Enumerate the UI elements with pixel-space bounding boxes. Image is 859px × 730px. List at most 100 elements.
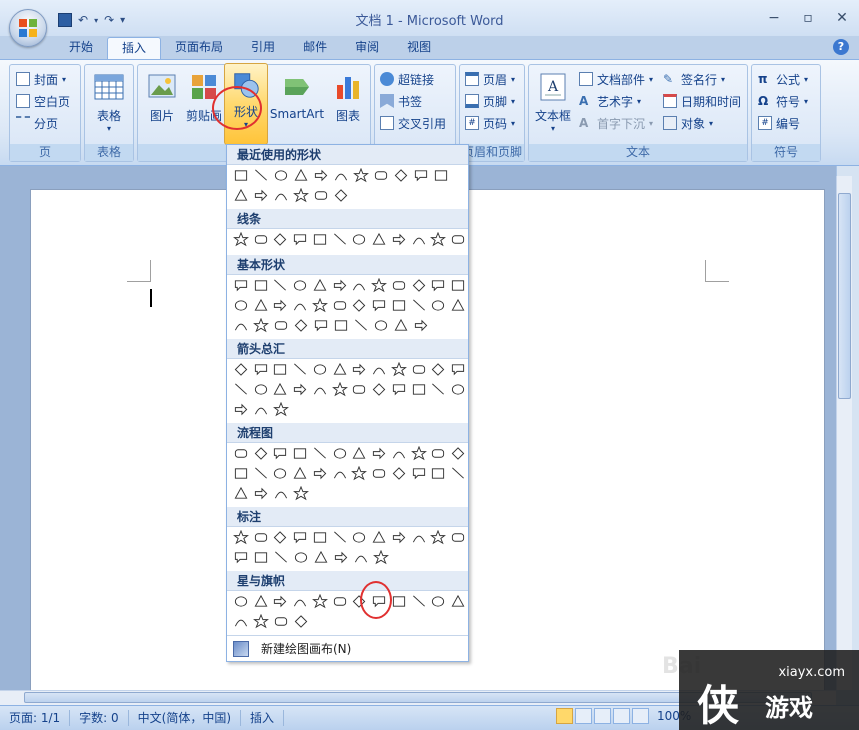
shape-option[interactable]: [231, 444, 251, 462]
shape-option[interactable]: [231, 484, 251, 502]
shape-option[interactable]: [231, 360, 251, 378]
shape-option[interactable]: [429, 296, 449, 314]
tab-page-layout[interactable]: 页面布局: [161, 37, 237, 59]
tab-review[interactable]: 审阅: [341, 37, 393, 59]
picture-button[interactable]: 图片: [142, 71, 182, 124]
shape-option[interactable]: [271, 186, 291, 204]
tab-view[interactable]: 视图: [393, 37, 445, 59]
shape-option[interactable]: [251, 548, 271, 566]
shape-option[interactable]: [448, 592, 468, 610]
shape-option[interactable]: [369, 276, 389, 294]
shape-option[interactable]: [310, 592, 330, 610]
shape-option[interactable]: [429, 276, 449, 294]
shape-option[interactable]: [330, 528, 350, 546]
shape-option[interactable]: [330, 380, 350, 398]
shape-option[interactable]: [251, 612, 271, 630]
shape-option[interactable]: [291, 186, 311, 204]
shape-option[interactable]: [448, 230, 468, 248]
shape-option[interactable]: [271, 548, 291, 566]
shape-option[interactable]: [409, 380, 429, 398]
shape-option[interactable]: [311, 166, 331, 184]
vertical-scroll-thumb[interactable]: [838, 193, 851, 399]
footer-button[interactable]: 页脚 ▾: [465, 91, 515, 111]
shape-option[interactable]: [231, 592, 251, 610]
shape-option[interactable]: [448, 444, 468, 462]
shape-option[interactable]: [431, 166, 451, 184]
shape-option[interactable]: [350, 380, 370, 398]
shape-option[interactable]: [310, 528, 330, 546]
shape-option[interactable]: [391, 166, 411, 184]
shape-option[interactable]: [271, 166, 291, 184]
shape-option[interactable]: [330, 360, 350, 378]
shape-option[interactable]: [231, 464, 251, 482]
shape-option[interactable]: [371, 166, 391, 184]
shape-option[interactable]: [290, 464, 310, 482]
shape-option[interactable]: [409, 464, 429, 482]
shape-option[interactable]: [290, 528, 310, 546]
shape-option[interactable]: [251, 528, 271, 546]
textbox-button[interactable]: A 文本框 ▾: [533, 71, 573, 133]
cross-reference-button[interactable]: 交叉引用: [380, 113, 446, 133]
shape-option[interactable]: [389, 464, 409, 482]
shape-option[interactable]: [231, 296, 251, 314]
office-button[interactable]: [9, 9, 47, 47]
shape-option[interactable]: [290, 230, 310, 248]
shape-option[interactable]: [331, 166, 351, 184]
shape-option[interactable]: [310, 464, 330, 482]
new-drawing-canvas-item[interactable]: 新建绘图画布(N): [227, 635, 468, 661]
cover-page-button[interactable]: 封面 ▾: [16, 69, 66, 89]
shape-option[interactable]: [271, 296, 291, 314]
shape-option[interactable]: [271, 592, 291, 610]
shape-option[interactable]: [251, 296, 271, 314]
shape-option[interactable]: [231, 230, 251, 248]
shape-option[interactable]: [369, 380, 389, 398]
shape-option[interactable]: [350, 276, 370, 294]
shape-option[interactable]: [429, 360, 449, 378]
shape-option[interactable]: [310, 296, 330, 314]
blank-page-button[interactable]: 空白页: [16, 91, 70, 111]
tab-mailings[interactable]: 邮件: [289, 37, 341, 59]
shape-option[interactable]: [409, 444, 429, 462]
shape-option[interactable]: [311, 186, 331, 204]
shape-option[interactable]: [231, 380, 251, 398]
shape-option[interactable]: [389, 230, 409, 248]
shape-option[interactable]: [231, 528, 251, 546]
shape-option[interactable]: [271, 380, 291, 398]
shape-option[interactable]: [330, 230, 350, 248]
shape-option[interactable]: [290, 444, 310, 462]
shape-option[interactable]: [231, 186, 251, 204]
shape-option[interactable]: [429, 528, 449, 546]
shape-option[interactable]: [251, 186, 271, 204]
page-number-button[interactable]: # 页码 ▾: [465, 113, 515, 133]
shape-option[interactable]: [310, 230, 330, 248]
shape-option[interactable]: [409, 592, 429, 610]
shape-option[interactable]: [290, 296, 310, 314]
shape-option[interactable]: [351, 316, 371, 334]
shape-option[interactable]: [330, 592, 350, 610]
shape-option[interactable]: [331, 186, 351, 204]
page-break-button[interactable]: 分页: [16, 113, 58, 133]
shape-option[interactable]: [389, 528, 409, 546]
shape-option[interactable]: [448, 380, 468, 398]
shape-option[interactable]: [331, 548, 351, 566]
shape-option[interactable]: [429, 464, 449, 482]
shape-option[interactable]: [231, 166, 251, 184]
shape-option[interactable]: [311, 316, 331, 334]
shape-option[interactable]: [271, 444, 291, 462]
shape-option[interactable]: [251, 464, 271, 482]
web-layout-view-icon[interactable]: [594, 708, 611, 724]
date-time-button[interactable]: 日期和时间: [663, 91, 741, 111]
status-insert-mode[interactable]: 插入: [241, 710, 285, 726]
shape-option[interactable]: [351, 548, 371, 566]
shape-option[interactable]: [311, 548, 331, 566]
draft-view-icon[interactable]: [632, 708, 649, 724]
shape-option[interactable]: [411, 316, 431, 334]
shape-option[interactable]: [369, 360, 389, 378]
symbol-button[interactable]: Ω 符号 ▾: [758, 91, 808, 111]
shape-option[interactable]: [271, 528, 291, 546]
header-button[interactable]: 页眉 ▾: [465, 69, 515, 89]
smartart-button[interactable]: SmartArt: [268, 71, 326, 121]
shape-option[interactable]: [429, 230, 449, 248]
table-button[interactable]: 表格 ▾: [89, 71, 129, 133]
shape-option[interactable]: [350, 464, 370, 482]
